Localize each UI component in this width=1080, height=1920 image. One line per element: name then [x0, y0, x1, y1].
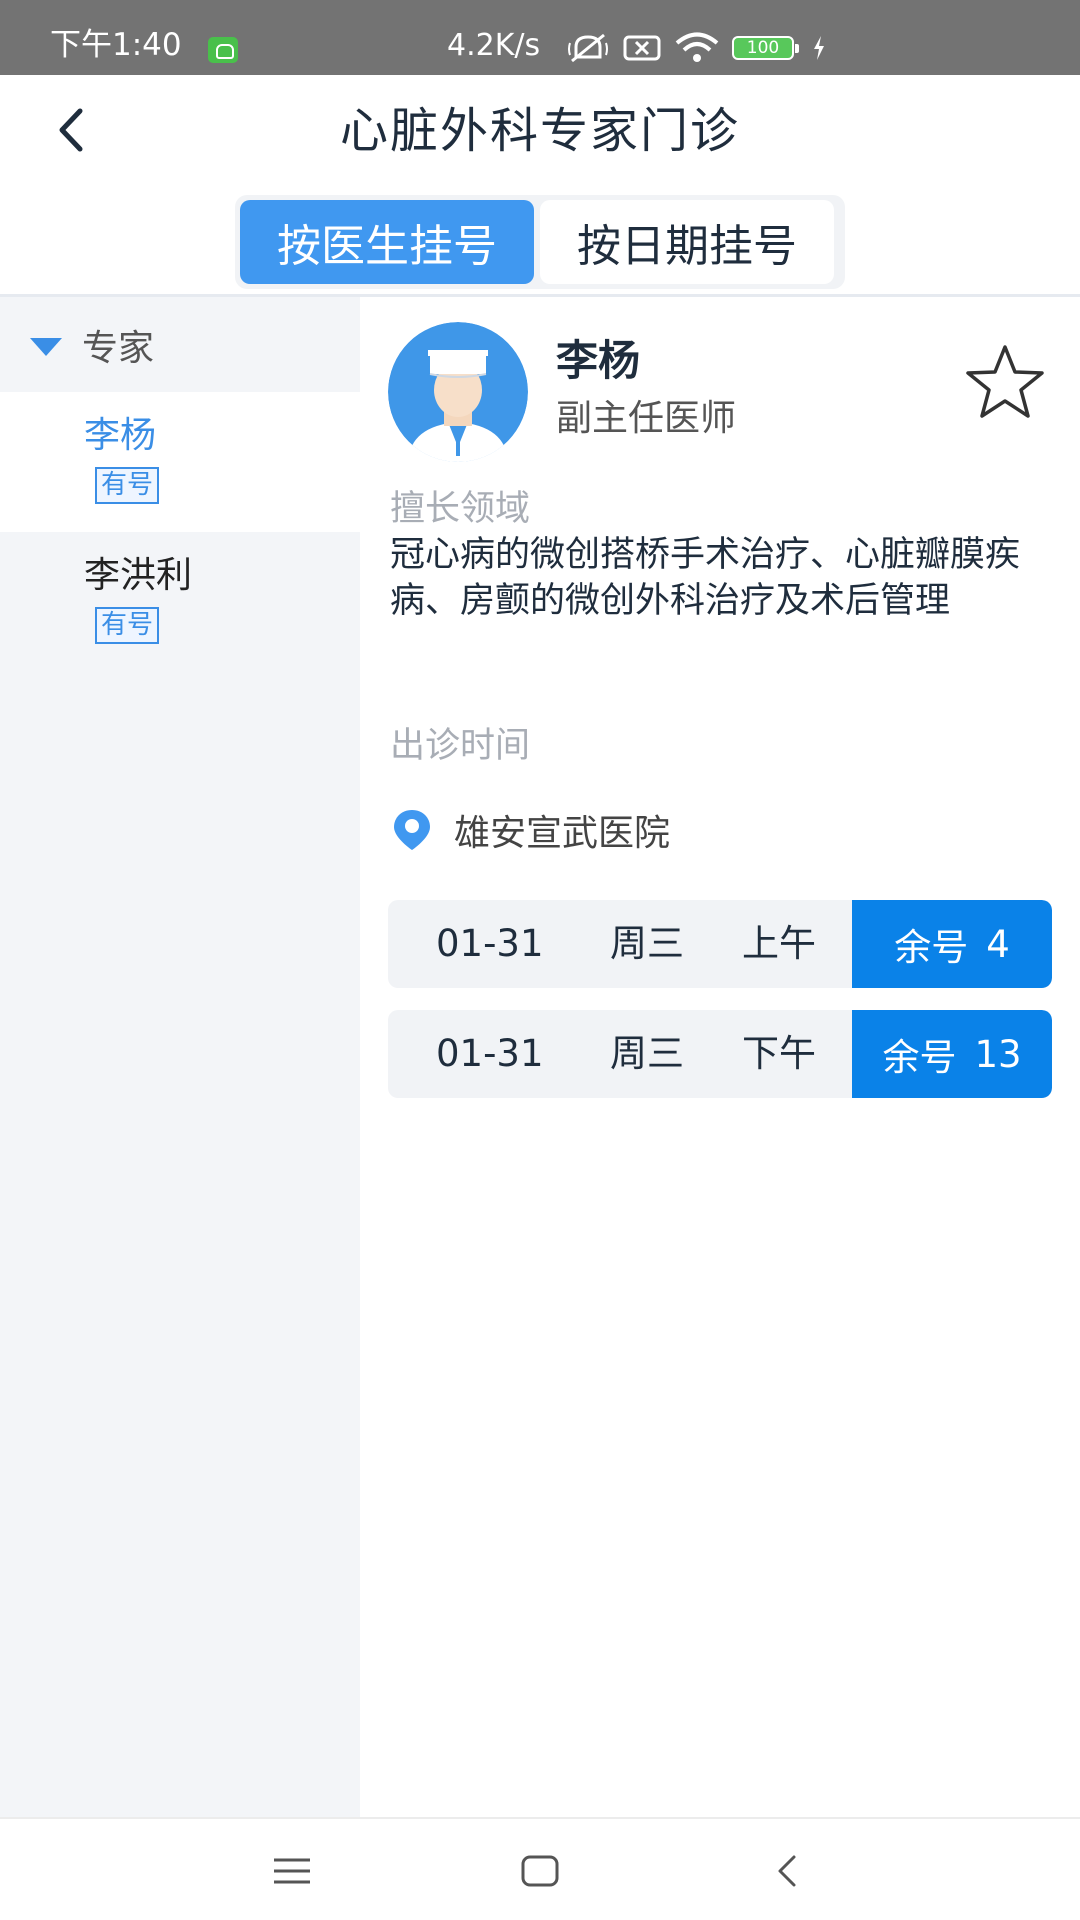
- system-nav-bar: [0, 1817, 1080, 1920]
- specialty-text: 冠心病的微创搭桥手术治疗、心脏瓣膜疾病、房颤的微创外科治疗及术后管理: [390, 535, 1021, 621]
- schedule-label: 出诊时间: [390, 726, 531, 766]
- home-square-icon: [521, 1855, 559, 1887]
- doctor-avatar: [388, 322, 528, 462]
- book-slot-button[interactable]: 余号 4: [852, 900, 1052, 988]
- status-icons: 100: [568, 30, 826, 66]
- remaining-count: 13: [974, 1032, 1022, 1076]
- remaining-label: 余号: [894, 926, 969, 969]
- tab-by-doctor[interactable]: 按医生挂号: [240, 200, 534, 284]
- sidebar-section-title: 专家: [82, 327, 155, 369]
- app-header: 心脏外科专家门诊: [0, 75, 1080, 190]
- hospital-name: 雄安宣武医院: [454, 813, 671, 854]
- location-pin-icon: [394, 810, 430, 850]
- availability-badge: 有号: [95, 607, 160, 645]
- battery-icon: 100: [732, 36, 799, 60]
- book-slot-button[interactable]: 余号 13: [852, 1010, 1052, 1098]
- favorite-button[interactable]: [960, 341, 1050, 421]
- star-icon: [966, 345, 1044, 418]
- mute-vibrate-icon: [568, 33, 608, 63]
- sidebar-doctor-name: 李杨: [84, 415, 157, 456]
- status-bar: 下午1:40 4.2K/s 100: [0, 0, 1080, 75]
- hospital-location: 雄安宣武医院: [392, 805, 670, 855]
- back-triangle-icon: [778, 1855, 796, 1887]
- sidebar-doctor-name: 李洪利: [84, 555, 193, 596]
- caret-down-icon: [30, 337, 62, 356]
- slot-date: 01-31: [436, 922, 544, 965]
- home-button[interactable]: [505, 1841, 575, 1901]
- sidebar-section-expert[interactable]: 专家: [0, 297, 360, 392]
- doctor-avatar-icon: [388, 322, 528, 462]
- slot-period: 上午: [742, 922, 816, 965]
- schedule-slot: 01-31 周三 上午 余号 4: [388, 900, 1052, 988]
- registration-mode-tabs: 按医生挂号 按日期挂号: [235, 195, 845, 289]
- tab-by-date[interactable]: 按日期挂号: [540, 200, 834, 284]
- app-notification-icon: [208, 37, 238, 63]
- remaining-label: 余号: [882, 1036, 957, 1079]
- slot-weekday: 周三: [610, 922, 684, 965]
- slot-date: 01-31: [436, 1032, 544, 1075]
- sidebar-doctor-item[interactable]: 李杨 有号: [0, 392, 360, 532]
- sim-x-icon: [623, 35, 661, 61]
- sidebar-doctor-item[interactable]: 李洪利 有号: [0, 532, 360, 672]
- availability-badge: 有号: [95, 467, 160, 505]
- menu-button[interactable]: [257, 1841, 327, 1901]
- specialty-label: 擅长领域: [390, 489, 531, 529]
- doctor-name: 李杨: [556, 336, 641, 385]
- remaining-count: 4: [986, 922, 1010, 966]
- slot-period: 下午: [742, 1032, 816, 1075]
- slot-weekday: 周三: [610, 1032, 684, 1075]
- menu-icon: [274, 1858, 310, 1884]
- page-title: 心脏外科专家门诊: [339, 103, 740, 159]
- status-time: 下午1:40: [50, 27, 182, 63]
- network-speed: 4.2K/s: [447, 28, 541, 63]
- schedule-slot: 01-31 周三 下午 余号 13: [388, 1010, 1052, 1098]
- wifi-icon: [675, 32, 719, 62]
- doctor-sidebar: 专家 李杨 有号 李洪利 有号: [0, 297, 360, 1817]
- doctor-detail: 李杨 副主任医师 擅长领域 冠心病的微创搭桥手术治疗、心脏瓣膜疾病、房颤的微创外…: [360, 297, 1080, 1817]
- doctor-title: 副主任医师: [556, 398, 737, 439]
- system-back-button[interactable]: [752, 1841, 822, 1901]
- charging-icon: [814, 36, 824, 60]
